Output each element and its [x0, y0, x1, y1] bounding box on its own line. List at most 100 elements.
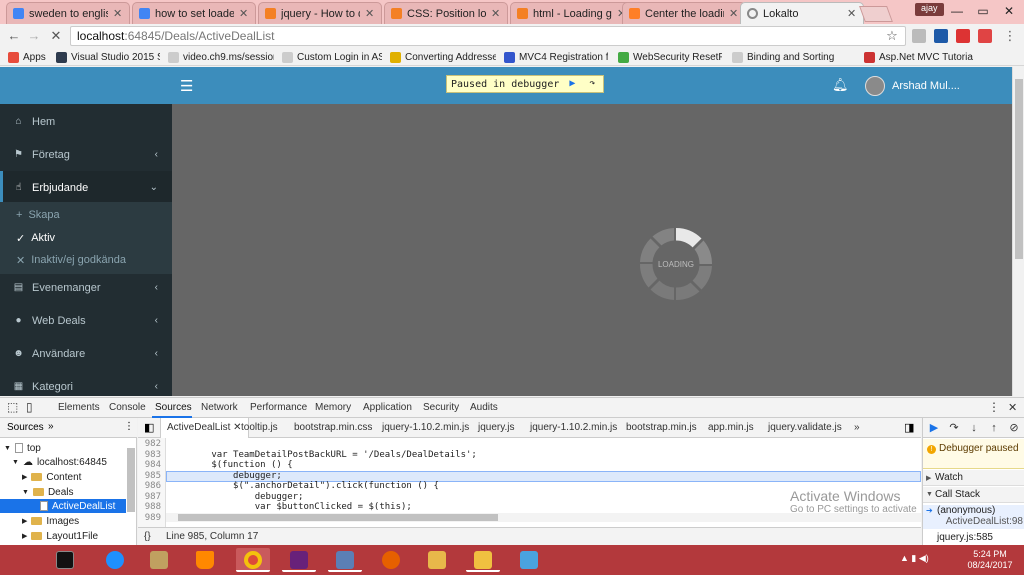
address-bar[interactable]: localhost:64845/Deals/ActiveDealList	[70, 26, 906, 46]
bookmark-item[interactable]: video.ch9.ms/session	[168, 50, 274, 64]
maximize-icon[interactable]: ▭	[970, 2, 996, 20]
submenu-item-aktiv[interactable]: ✓ Aktiv	[0, 227, 172, 249]
line-number[interactable]: 989	[145, 513, 161, 523]
line-number[interactable]: 984	[145, 460, 161, 470]
taskbar-clock[interactable]: 5:24 PM 08/24/2017	[960, 549, 1020, 571]
profile-chip[interactable]: ajay	[915, 3, 944, 16]
taskbar-app-active[interactable]	[236, 548, 270, 572]
star-icon[interactable]: ☆	[884, 28, 900, 44]
extension-icon[interactable]	[934, 29, 948, 43]
bookmark-item[interactable]: Binding and Sorting	[732, 50, 852, 64]
file-tab[interactable]: bootstrap.min.css	[294, 422, 372, 433]
bookmark-item[interactable]: MVC4 Registration fo	[504, 50, 608, 64]
taskbar-app[interactable]	[188, 548, 222, 572]
sidebar-item-erbjudande[interactable]: ☝ Erbjudande ⌄	[0, 171, 172, 204]
tab-sources[interactable]: Sources	[155, 402, 192, 413]
page-scrollbar[interactable]	[1012, 67, 1024, 396]
bookmark-item[interactable]: Visual Studio 2015 Se	[56, 50, 160, 64]
close-icon[interactable]: ✕	[847, 7, 857, 20]
more-tabs-icon[interactable]: »	[854, 422, 860, 433]
user-name[interactable]: Arshad Mul....	[892, 80, 960, 92]
tree-node-folder[interactable]: ▶ Images	[22, 514, 79, 528]
taskbar-app[interactable]	[142, 548, 176, 572]
file-tab[interactable]: tooltip.js	[241, 422, 278, 433]
tree-node-selected-file[interactable]: ActiveDealList	[0, 499, 126, 513]
file-tab[interactable]: app.min.js	[708, 422, 754, 433]
close-icon[interactable]: ✕	[365, 7, 375, 20]
tab-performance[interactable]: Performance	[250, 402, 307, 413]
scrollbar-thumb[interactable]	[1015, 79, 1023, 259]
file-tab-active[interactable]: ActiveDealList ✕	[160, 418, 249, 438]
bookmark-item[interactable]: Converting Addresse	[390, 50, 496, 64]
browser-tab-active[interactable]: Lokalto ✕	[740, 2, 864, 24]
stop-icon[interactable]: ✕	[48, 28, 64, 44]
navigator-scrollbar[interactable]	[127, 448, 135, 512]
step-over-icon[interactable]: ↷	[585, 77, 599, 91]
device-toolbar-icon[interactable]: ▯	[26, 400, 33, 414]
inspect-element-icon[interactable]: ⬚	[7, 400, 18, 414]
close-icon[interactable]: ✕	[491, 7, 501, 20]
submenu-item-skapa[interactable]: + Skapa	[0, 204, 172, 226]
code-line[interactable]: debugger;	[168, 492, 304, 502]
watch-section[interactable]: ▶ Watch	[923, 470, 1024, 486]
minimize-icon[interactable]: —	[944, 2, 970, 20]
scrollbar-thumb[interactable]	[178, 514, 498, 521]
file-tab[interactable]: jquery-1.10.2.min.js	[382, 422, 469, 433]
call-frame[interactable]: jquery.js:585	[923, 532, 1024, 543]
taskbar-app[interactable]	[328, 548, 362, 572]
line-number[interactable]: 987	[145, 492, 161, 502]
file-tab[interactable]: bootstrap.min.js	[626, 422, 697, 433]
file-tab[interactable]: jquery-1.10.2.min.js	[530, 422, 617, 433]
call-frame-selected[interactable]: ➔ (anonymous) ActiveDealList:98	[923, 505, 1024, 529]
tab-elements[interactable]: Elements	[58, 402, 100, 413]
bell-icon[interactable]: 🔔︎	[832, 77, 849, 93]
step-over-icon[interactable]: ↷	[947, 421, 961, 435]
more-options-icon[interactable]: ⋮	[124, 421, 134, 432]
call-stack-section[interactable]: ▼ Call Stack	[923, 487, 1024, 503]
sidebar-item-hem[interactable]: ⌂ Hem	[0, 105, 172, 138]
tab-security[interactable]: Security	[423, 402, 459, 413]
bookmark-apps[interactable]: Apps	[8, 50, 46, 64]
system-tray[interactable]: ▲ ▮ ◀︎)	[900, 553, 929, 564]
close-icon[interactable]: ✕	[239, 7, 249, 20]
extension-icon[interactable]	[912, 29, 926, 43]
close-window-icon[interactable]: ✕	[996, 2, 1022, 20]
new-tab-button[interactable]	[859, 6, 893, 22]
hamburger-menu-icon[interactable]: ☰	[180, 77, 193, 95]
code-line[interactable]: var TeamDetailPostBackURL = '/Deals/Deal…	[168, 450, 477, 460]
taskbar-app[interactable]	[48, 548, 82, 572]
file-tab[interactable]: jquery.validate.js	[768, 422, 842, 433]
taskbar-app[interactable]	[282, 548, 316, 572]
submenu-item-inaktiv[interactable]: ✕ Inaktiv/ej godkända	[0, 249, 172, 271]
sidebar-item-web-deals[interactable]: ● Web Deals ‹	[0, 304, 172, 337]
browser-tab[interactable]: CSS: Position load ✕	[384, 2, 508, 24]
browser-tab[interactable]: sweden to english ✕	[6, 2, 130, 24]
toggle-navigator-icon[interactable]: ◧	[144, 421, 154, 434]
bookmark-item[interactable]: Asp.Net MVC Tutoria	[864, 50, 974, 64]
browser-tab[interactable]: html - Loading gif ✕	[510, 2, 634, 24]
browser-tab[interactable]: Center the loading ✕	[622, 2, 746, 24]
file-tab[interactable]: jquery.js	[478, 422, 515, 433]
code-line-paused[interactable]: debugger;	[168, 471, 282, 481]
tree-node-folder[interactable]: ▼ Deals	[22, 485, 74, 499]
line-number[interactable]: 988	[145, 502, 161, 512]
line-number[interactable]: 983	[145, 450, 161, 460]
taskbar-app[interactable]	[98, 548, 132, 572]
line-number[interactable]: 982	[145, 439, 161, 449]
extension-icon[interactable]	[978, 29, 992, 43]
taskbar-app[interactable]	[512, 548, 546, 572]
browser-tab[interactable]: how to set loader i ✕	[132, 2, 256, 24]
close-icon[interactable]: ✕	[729, 7, 739, 20]
step-into-icon[interactable]: ↓	[967, 421, 981, 435]
toggle-debugger-icon[interactable]: ◨	[904, 421, 914, 434]
line-number[interactable]: 986	[145, 481, 161, 491]
avatar[interactable]	[865, 76, 885, 96]
tab-console[interactable]: Console	[109, 402, 146, 413]
more-options-icon[interactable]: ⋮	[988, 400, 1000, 414]
browser-tab[interactable]: jquery - How to di ✕	[258, 2, 382, 24]
sidebar-item-anvandare[interactable]: ☻ Användare ‹	[0, 337, 172, 370]
line-number[interactable]: 985	[145, 471, 161, 481]
close-devtools-icon[interactable]: ✕	[1008, 401, 1017, 414]
tab-application[interactable]: Application	[363, 402, 412, 413]
tab-memory[interactable]: Memory	[315, 402, 351, 413]
